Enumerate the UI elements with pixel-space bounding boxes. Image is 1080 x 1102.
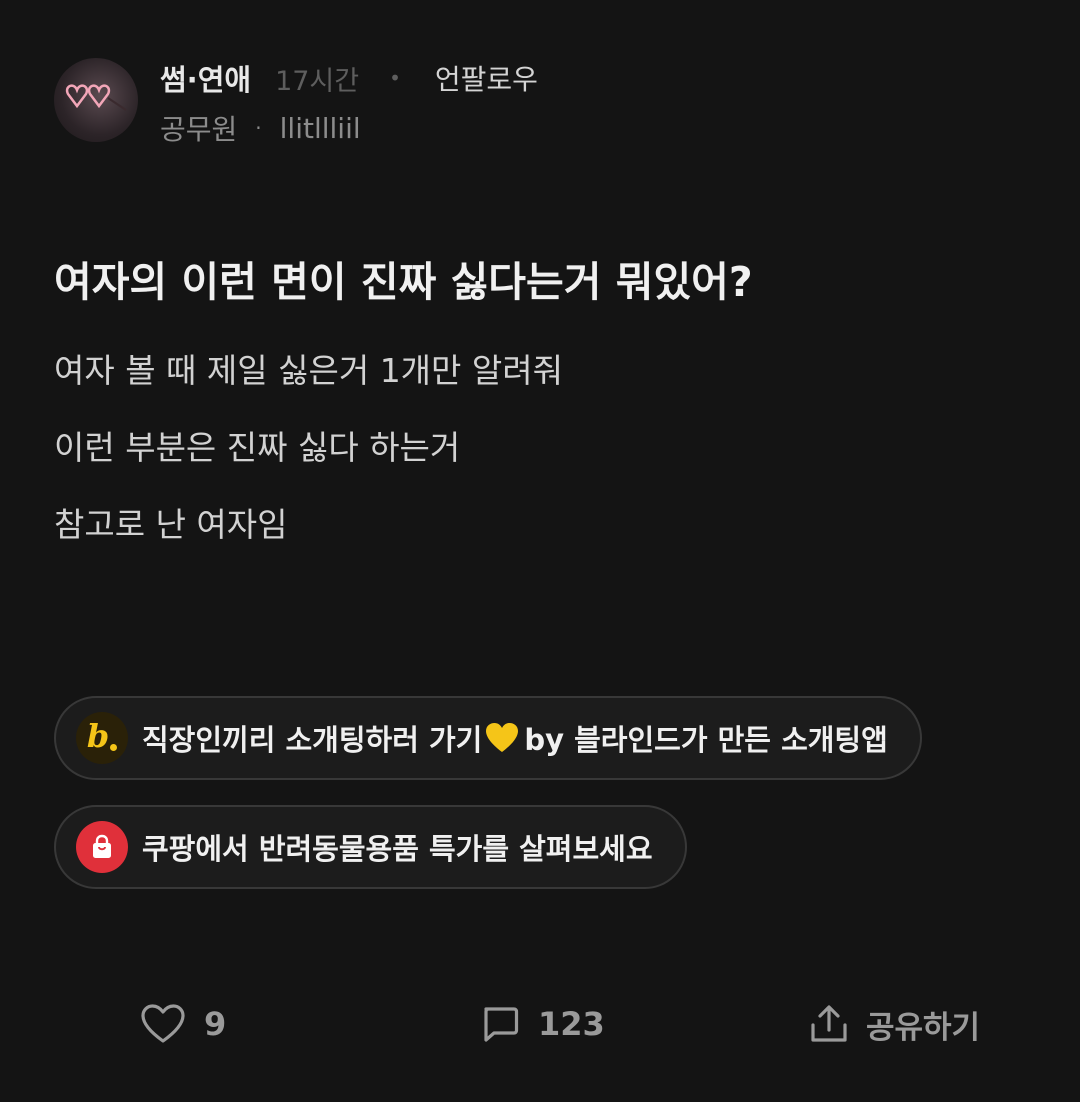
promo-text: by 블라인드가 만든 소개팅앱 (524, 723, 888, 757)
shopping-bag-icon (76, 821, 128, 873)
comment-button[interactable]: 123 (480, 996, 605, 1052)
separator-dot: · (255, 116, 262, 140)
like-button[interactable]: 9 (140, 996, 226, 1052)
author-company: 공무원 (160, 113, 238, 146)
board-avatar[interactable] (54, 58, 138, 142)
promo-text: 쿠팡에서 반려동물용품 특가를 살펴보세요 (142, 832, 653, 866)
share-button[interactable]: 공유하기 (808, 996, 980, 1052)
post-body-line: 여자 볼 때 제일 싫은거 1개만 알려줘 (54, 351, 563, 390)
post-body-line: 이런 부분은 진짜 싫다 하는거 (54, 428, 461, 467)
post-header: 썸·연애 17시간 • 언팔로우 공무원 · llitllliil (54, 58, 1034, 148)
share-icon (811, 1005, 847, 1042)
neon-hearts-icon (65, 84, 127, 111)
post-title: 여자의 이런 면이 진짜 싫다는거 뭐있어? (54, 258, 753, 306)
comment-icon (484, 1007, 519, 1042)
blind-dating-promo[interactable]: b 직장인끼리 소개팅하러 가기 by 블라인드가 만든 소개팅앱 (54, 696, 922, 780)
post-actions: 9 123 공유하기 (0, 996, 1080, 1052)
share-label: 공유하기 (866, 1009, 981, 1046)
comment-count: 123 (538, 1005, 605, 1043)
coupang-promo[interactable]: 쿠팡에서 반려동물용품 특가를 살펴보세요 (54, 805, 687, 889)
author-nickname[interactable]: llitllliil (280, 112, 361, 145)
unfollow-button[interactable]: 언팔로우 (435, 58, 538, 98)
board-name[interactable]: 썸·연애 (160, 57, 251, 99)
blind-logo-icon: b (76, 712, 128, 764)
yellow-heart-icon (486, 723, 519, 752)
post-body-line: 참고로 난 여자임 (54, 505, 288, 544)
post-time: 17시간 (275, 65, 360, 97)
heart-icon (141, 1004, 185, 1043)
promo-text: 직장인끼리 소개팅하러 가기 (142, 723, 483, 757)
like-count: 9 (204, 1005, 227, 1043)
separator-dot: • (389, 66, 401, 90)
